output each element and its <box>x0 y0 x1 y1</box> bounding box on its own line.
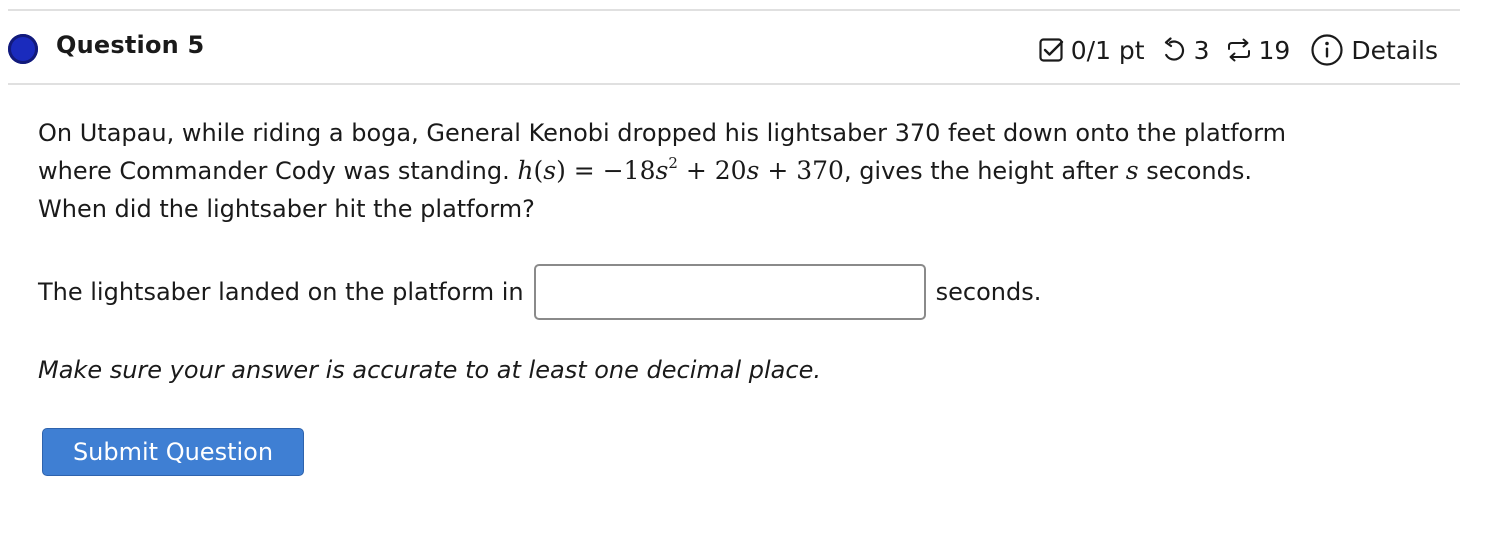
question-line-1: On Utapau, while riding a boga, General … <box>38 119 1287 147</box>
formula-coef-b: 20 <box>714 156 747 185</box>
seconds-variable: s <box>1125 156 1139 185</box>
submit-question-button[interactable]: Submit Question <box>42 428 304 476</box>
question-title: Question 5 <box>56 31 205 59</box>
formula-var-2: s <box>746 156 760 185</box>
formula-var-1: s <box>655 156 669 185</box>
question-line-2-end-a: , gives the height after <box>843 157 1119 185</box>
repeat-icon <box>1226 37 1252 63</box>
retries-count: 3 <box>1193 35 1210 65</box>
details-link[interactable]: Details <box>1351 36 1438 65</box>
formula-lhs-var: s <box>543 156 557 185</box>
status-dot-icon <box>8 34 38 64</box>
formula-constant: 370 <box>796 156 844 185</box>
top-divider <box>8 9 1460 11</box>
question-meta: 0/1 pt 3 19 Details <box>1038 30 1438 70</box>
answer-row: The lightsaber landed on the platform in… <box>38 262 1041 322</box>
answer-prefix: The lightsaber landed on the platform in <box>38 278 524 306</box>
answer-input[interactable] <box>533 264 926 320</box>
question-line-2-end-b: seconds. <box>1146 157 1252 185</box>
formula-exponent: 2 <box>668 154 678 172</box>
score-value: 0/1 pt <box>1070 35 1145 65</box>
checkbox-icon <box>1038 37 1064 63</box>
question-line-3: When did the lightsaber hit the platform… <box>38 195 535 223</box>
header-divider <box>8 83 1460 85</box>
formula-coef-a: −18 <box>602 156 656 185</box>
undo-icon <box>1161 37 1187 63</box>
attempts-count: 19 <box>1258 35 1291 65</box>
answer-suffix: seconds. <box>935 278 1042 306</box>
height-formula: h(s) = −18s2 + 20s + 370 <box>517 154 844 186</box>
formula-fn: h <box>517 156 534 185</box>
info-icon[interactable] <box>1310 33 1344 67</box>
question-body: On Utapau, while riding a boga, General … <box>38 114 1458 228</box>
question-line-2: where Commander Cody was standing. h(s) … <box>38 152 1458 190</box>
question-line-2-start: where Commander Cody was standing. <box>38 157 510 185</box>
accuracy-note: Make sure your answer is accurate to at … <box>38 356 821 384</box>
